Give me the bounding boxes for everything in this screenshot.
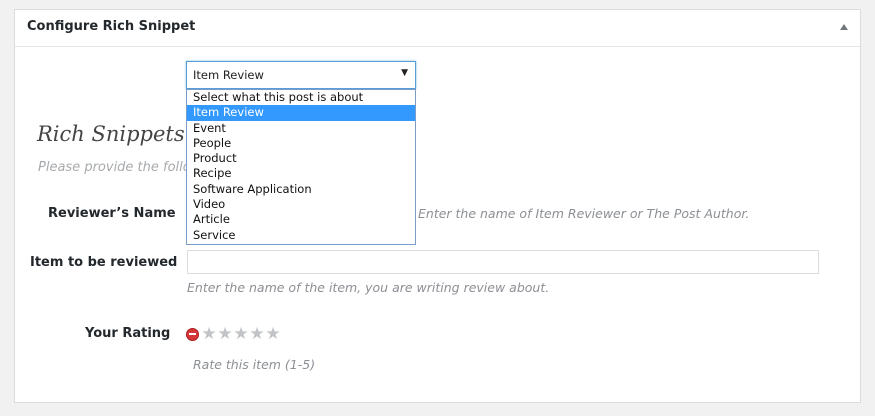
item-reviewed-hint: Enter the name of the item, you are writ… — [187, 280, 550, 295]
item-reviewed-label: Item to be reviewed — [30, 255, 178, 270]
option-item-review[interactable]: Item Review — [187, 105, 415, 121]
clear-rating-icon[interactable] — [186, 327, 199, 341]
star-4-icon[interactable]: ★ — [249, 325, 265, 343]
star-2-icon[interactable]: ★ — [217, 325, 233, 343]
option-product[interactable]: Product — [187, 151, 415, 166]
panel-header: Configure Rich Snippet — [15, 10, 860, 47]
dropdown-arrow-icon: ▼ — [401, 68, 408, 78]
option-select-what-this-post-is-about[interactable]: Select what this post is about — [187, 90, 415, 105]
star-1-icon[interactable]: ★ — [201, 325, 217, 343]
option-video[interactable]: Video — [187, 197, 415, 212]
section-description: Please provide the follo — [38, 160, 191, 175]
snippet-type-value: Item Review — [193, 68, 264, 82]
reviewer-name-label: Reviewer’s Name — [48, 206, 176, 221]
option-service[interactable]: Service — [187, 228, 415, 243]
collapse-toggle-icon[interactable] — [840, 24, 848, 30]
snippet-type-select[interactable]: Item Review ▼ — [186, 61, 416, 89]
option-event[interactable]: Event — [187, 121, 415, 136]
option-software-application[interactable]: Software Application — [187, 182, 415, 197]
section-title: Rich Snippets - — [37, 122, 199, 146]
item-reviewed-input[interactable] — [187, 250, 819, 274]
star-3-icon[interactable]: ★ — [233, 325, 249, 343]
star-5-icon[interactable]: ★ — [265, 325, 281, 343]
panel-title: Configure Rich Snippet — [27, 19, 196, 34]
snippet-type-options: Select what this post is about Item Revi… — [186, 89, 416, 245]
configure-rich-snippet-panel: Configure Rich Snippet Item Review ▼ Sel… — [14, 9, 861, 403]
your-rating-label: Your Rating — [85, 326, 171, 341]
option-recipe[interactable]: Recipe — [187, 166, 415, 181]
option-article[interactable]: Article — [187, 212, 415, 227]
option-people[interactable]: People — [187, 136, 415, 151]
rating-widget: ★ ★ ★ ★ ★ — [186, 325, 281, 343]
rating-hint: Rate this item (1-5) — [193, 357, 316, 372]
reviewer-name-hint: Enter the name of Item Reviewer or The P… — [418, 206, 750, 221]
